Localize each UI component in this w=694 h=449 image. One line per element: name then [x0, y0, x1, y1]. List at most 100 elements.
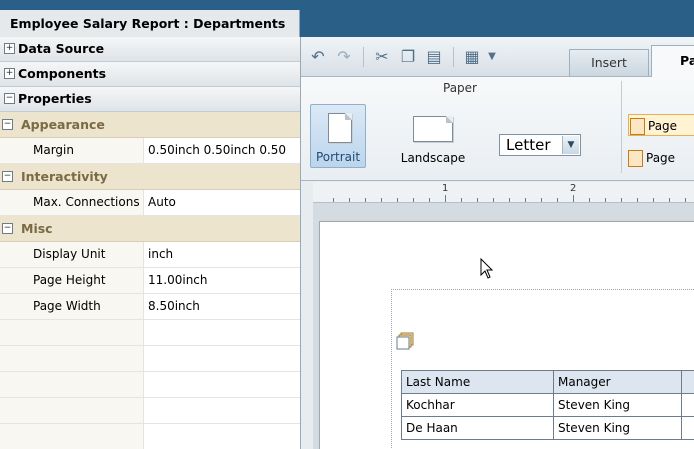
property-name	[0, 320, 144, 345]
expand-icon[interactable]: +	[4, 43, 15, 54]
property-row-margin[interactable]: Margin 0.50inch 0.50inch 0.50	[0, 138, 300, 164]
ruler-tick	[461, 198, 462, 202]
column-header[interactable]: Manager	[552, 370, 682, 394]
accordion-properties[interactable]: − Properties	[0, 87, 300, 112]
property-value[interactable]: Auto	[144, 190, 300, 215]
page-option-button[interactable]: Page	[628, 114, 694, 136]
property-name: Display Unit	[0, 242, 144, 267]
page-option-button[interactable]: Page	[628, 147, 694, 169]
property-row-empty	[0, 372, 300, 398]
paper-size-select[interactable]: Letter ▼	[499, 134, 581, 156]
property-name	[0, 398, 144, 423]
button-label: Landscape	[400, 151, 466, 165]
ruler-tick	[685, 198, 686, 202]
ribbon-group-label: Paper	[443, 81, 477, 95]
accordion-label: Properties	[18, 91, 92, 106]
property-value	[144, 346, 300, 371]
property-name	[0, 346, 144, 371]
ruler-label: 2	[570, 183, 577, 194]
column-header[interactable]: Last Name	[401, 370, 554, 394]
property-value	[144, 398, 300, 423]
landscape-button[interactable]: Landscape	[397, 104, 469, 168]
property-name: Max. Connections	[0, 190, 144, 215]
table-cell[interactable]: Kochhar	[401, 393, 554, 417]
cut-icon[interactable]: ✂	[373, 48, 391, 66]
table-row[interactable]: Kochhar Steven King	[401, 393, 694, 417]
undo-icon[interactable]: ↶	[309, 48, 327, 66]
table-cell[interactable]	[680, 416, 694, 440]
editor-area: ↶ ↷ ✂ ❐ ▤ ▦ ▼ Insert Page Paper Portrait…	[301, 37, 694, 449]
property-row-max-connections[interactable]: Max. Connections Auto	[0, 190, 300, 216]
paste-icon[interactable]: ▤	[425, 48, 443, 66]
property-row-page-width[interactable]: Page Width 8.50inch	[0, 294, 300, 320]
ruler-tick	[525, 198, 526, 202]
column-header[interactable]	[680, 370, 694, 394]
report-tab-title: Employee Salary Report : Departments	[10, 16, 286, 31]
accordion-data-source[interactable]: + Data Source	[0, 37, 300, 62]
tab-label: Insert	[591, 55, 627, 70]
ruler-tick	[349, 198, 350, 202]
table-cell[interactable]	[680, 393, 694, 417]
collapse-icon[interactable]: −	[4, 93, 15, 104]
ruler-tick	[669, 198, 670, 202]
copy-icon[interactable]: ❐	[399, 48, 417, 66]
property-value[interactable]: 8.50inch	[144, 294, 300, 319]
table-header-row: Last Name Manager	[401, 370, 694, 394]
accordion-label: Components	[18, 66, 107, 81]
property-value	[144, 424, 300, 449]
data-table[interactable]: Last Name Manager Kochhar Steven King De…	[401, 370, 694, 440]
property-value	[144, 372, 300, 397]
table-cell[interactable]: Steven King	[552, 416, 682, 440]
ruler-tick	[397, 198, 398, 202]
mouse-cursor-icon	[480, 258, 494, 279]
group-misc[interactable]: − Misc	[0, 216, 300, 242]
property-value[interactable]: 11.00inch	[144, 268, 300, 293]
property-value	[144, 320, 300, 345]
collapse-icon[interactable]: −	[2, 119, 13, 130]
property-row-page-height[interactable]: Page Height 11.00inch	[0, 268, 300, 294]
group-appearance[interactable]: − Appearance	[0, 112, 300, 138]
table-row[interactable]: De Haan Steven King	[401, 416, 694, 440]
table-cell[interactable]: Steven King	[552, 393, 682, 417]
expand-icon[interactable]: +	[4, 68, 15, 79]
chevron-down-icon[interactable]: ▼	[483, 48, 501, 66]
property-row-empty	[0, 424, 300, 449]
accordion-label: Data Source	[18, 41, 105, 56]
page-fold	[446, 116, 453, 123]
ruler-tick	[605, 198, 606, 202]
portrait-button[interactable]: Portrait	[310, 104, 366, 168]
tab-page[interactable]: Page	[651, 45, 694, 77]
group-label: Interactivity	[21, 169, 108, 184]
property-name	[0, 372, 144, 397]
group-label: Misc	[21, 221, 53, 236]
layout-icon[interactable]: ▦	[463, 48, 481, 66]
accordion-components[interactable]: + Components	[0, 62, 300, 87]
ruler-tick	[621, 198, 622, 202]
ruler-tick	[429, 198, 430, 202]
property-value[interactable]: inch	[144, 242, 300, 267]
landscape-page-icon	[413, 116, 453, 142]
button-label: Portrait	[315, 150, 361, 164]
report-tab[interactable]: Employee Salary Report : Departments	[0, 10, 300, 37]
page-fold	[345, 113, 352, 120]
group-interactivity[interactable]: − Interactivity	[0, 164, 300, 190]
tab-insert[interactable]: Insert	[569, 49, 649, 76]
top-tab-bar: Employee Salary Report : Departments	[0, 0, 694, 37]
collapse-icon[interactable]: −	[2, 223, 13, 234]
ruler-tick	[493, 198, 494, 202]
ruler-tick	[557, 198, 558, 202]
chevron-down-icon[interactable]: ▼	[562, 136, 579, 154]
page-icon	[630, 118, 645, 135]
report-page[interactable]: Last Name Manager Kochhar Steven King De…	[319, 221, 694, 449]
property-value[interactable]: 0.50inch 0.50inch 0.50	[144, 138, 300, 163]
table-component-icon[interactable]	[396, 332, 414, 350]
design-canvas[interactable]: Last Name Manager Kochhar Steven King De…	[313, 203, 694, 449]
ruler-tick	[589, 198, 590, 202]
redo-icon[interactable]: ↷	[335, 48, 353, 66]
property-row-display-unit[interactable]: Display Unit inch	[0, 242, 300, 268]
table-cell[interactable]: De Haan	[401, 416, 554, 440]
ruler-tick	[365, 198, 366, 202]
properties-panel: + Data Source + Components − Properties − Ap…	[0, 37, 301, 449]
collapse-icon[interactable]: −	[2, 171, 13, 182]
ribbon-divider	[621, 81, 622, 173]
